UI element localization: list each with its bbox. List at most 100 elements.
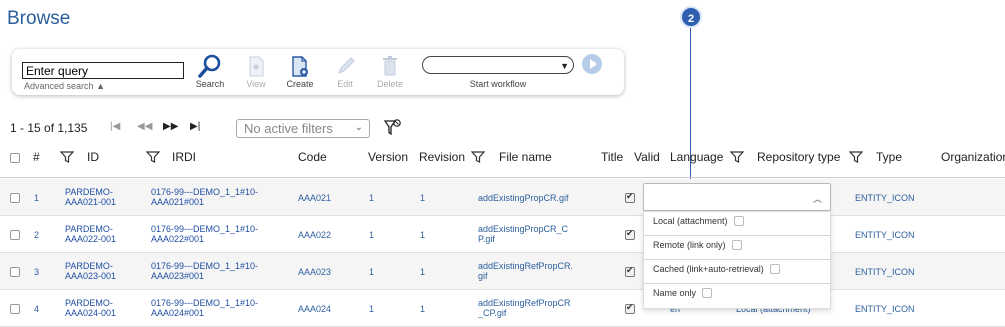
option-remote-link-only[interactable]: Remote (link only) <box>644 236 830 260</box>
first-page-icon[interactable]: |◀ <box>110 121 120 132</box>
row-number: 1 <box>34 193 40 203</box>
column-header-valid[interactable]: Valid <box>634 150 660 164</box>
option-local-attachment[interactable]: Local (attachment) <box>644 212 830 236</box>
next-page-icon[interactable]: ▶▶ <box>163 121 178 132</box>
chevron-up-icon: ︿ <box>812 194 822 204</box>
funnel-icon[interactable] <box>146 150 160 164</box>
row-revision: 1 <box>420 193 426 203</box>
row-code: AAA023 <box>298 267 332 277</box>
funnel-icon[interactable] <box>730 150 744 164</box>
row-file-name: addExistingPropCR_C P.gif <box>478 224 569 244</box>
row-version: 1 <box>369 193 375 203</box>
row-id-link[interactable]: PARDEMO- AAA023-001 <box>65 261 116 281</box>
caret-up-icon: ▲ <box>96 81 105 91</box>
row-valid-checkbox <box>625 302 635 314</box>
option-checkbox[interactable] <box>731 240 742 250</box>
option-cached[interactable]: Cached (link+auto-retrieval) <box>644 260 830 284</box>
advanced-search-label: Advanced search <box>24 81 94 91</box>
delete-button[interactable]: Delete <box>370 53 410 89</box>
column-header-id[interactable]: ID <box>87 150 99 164</box>
row-type: ENTITY_ICON <box>855 267 915 277</box>
column-header-organization[interactable]: Organization <box>941 150 1005 164</box>
column-header-version[interactable]: Version <box>368 150 408 164</box>
page-title: Browse <box>7 8 71 29</box>
column-header-type[interactable]: Type <box>876 150 902 164</box>
column-header-num[interactable]: # <box>33 150 40 164</box>
column-header-revision[interactable]: Revision <box>419 150 465 164</box>
row-checkbox[interactable] <box>10 230 20 240</box>
row-checkbox[interactable] <box>10 304 20 314</box>
chevron-down-icon: ▼ <box>560 61 569 71</box>
option-label: Local (attachment) <box>653 216 728 226</box>
option-label: Name only <box>653 288 697 298</box>
funnel-icon[interactable] <box>471 150 485 164</box>
start-workflow-button[interactable] <box>582 54 602 74</box>
row-irdi-link[interactable]: 0176-99---DEMO_1_1#10- AAA024#001 <box>151 298 258 318</box>
pager-range: 1 - 15 of 1,135 <box>10 121 88 135</box>
view-button-label: View <box>246 79 266 89</box>
row-id-link[interactable]: PARDEMO- AAA022-001 <box>65 224 116 244</box>
funnel-icon[interactable] <box>60 150 74 164</box>
funnel-icon[interactable] <box>849 150 863 164</box>
row-version: 1 <box>369 267 375 277</box>
row-irdi-link[interactable]: 0176-99---DEMO_1_1#10- AAA023#001 <box>151 261 258 281</box>
column-header-title[interactable]: Title <box>601 150 623 164</box>
row-revision: 1 <box>420 267 426 277</box>
column-header-language[interactable]: Language <box>670 150 723 164</box>
row-id-link[interactable]: PARDEMO- AAA024-001 <box>65 298 116 318</box>
search-icon <box>198 54 221 78</box>
column-header-code[interactable]: Code <box>298 150 327 164</box>
row-type: ENTITY_ICON <box>855 304 915 314</box>
row-id-link[interactable]: PARDEMO- AAA021-001 <box>65 187 116 207</box>
row-valid-checkbox <box>625 265 635 277</box>
row-irdi-link[interactable]: 0176-99---DEMO_1_1#10- AAA022#001 <box>151 224 258 244</box>
option-checkbox[interactable] <box>702 288 713 298</box>
search-button[interactable]: Search <box>190 53 230 89</box>
filter-reset-icon[interactable] <box>383 118 403 138</box>
chevron-down-icon: ⌄ <box>354 122 363 133</box>
table-row[interactable]: 3 PARDEMO- AAA023-001 0176-99---DEMO_1_1… <box>0 253 1005 290</box>
row-revision: 1 <box>420 304 426 314</box>
workflow-select[interactable]: ▼ <box>422 56 574 74</box>
column-header-repository-type[interactable]: Repository type <box>757 150 840 164</box>
row-checkbox[interactable] <box>10 193 20 203</box>
row-number: 4 <box>34 304 40 314</box>
select-all-checkbox[interactable] <box>10 153 20 163</box>
row-revision: 1 <box>420 230 426 240</box>
row-checkbox[interactable] <box>10 267 20 277</box>
start-workflow-label: Start workflow <box>469 79 527 89</box>
row-code: AAA022 <box>298 230 332 240</box>
row-file-name: addExistingRefPropCR _CP.gif <box>478 298 571 318</box>
option-checkbox[interactable] <box>769 264 780 274</box>
search-button-label: Search <box>195 79 225 89</box>
active-filters-select[interactable]: No active filters ⌄ <box>236 119 370 138</box>
create-document-icon <box>292 56 308 77</box>
prev-page-icon[interactable]: ◀◀ <box>137 121 152 132</box>
edit-button[interactable]: Edit <box>325 53 365 89</box>
row-code: AAA024 <box>298 304 332 314</box>
row-irdi-link[interactable]: 0176-99---DEMO_1_1#10- AAA021#001 <box>151 187 258 207</box>
trash-icon <box>383 56 397 76</box>
row-type: ENTITY_ICON <box>855 193 915 203</box>
query-input[interactable] <box>22 62 184 79</box>
column-header-irdi[interactable]: IRDI <box>172 150 196 164</box>
create-button[interactable]: Create <box>280 53 320 89</box>
view-button[interactable]: View <box>236 53 276 89</box>
row-number: 3 <box>34 267 40 277</box>
table-row[interactable]: 4 PARDEMO- AAA024-001 0176-99---DEMO_1_1… <box>0 290 1005 327</box>
advanced-search-toggle[interactable]: Advanced search ▲ <box>24 81 105 91</box>
repository-type-filter-select[interactable]: ︿ <box>643 183 831 211</box>
last-page-icon[interactable]: ▶| <box>190 121 200 132</box>
option-label: Remote (link only) <box>653 240 726 250</box>
table-row[interactable]: 1 PARDEMO- AAA021-001 0176-99---DEMO_1_1… <box>0 179 1005 216</box>
row-file-name: addExistingRefPropCR. gif <box>478 261 574 281</box>
pencil-icon <box>338 57 355 74</box>
option-name-only[interactable]: Name only <box>644 284 830 308</box>
callout-line <box>690 28 691 196</box>
row-code: AAA021 <box>298 193 332 203</box>
column-header-file-name[interactable]: File name <box>499 150 552 164</box>
row-version: 1 <box>369 304 375 314</box>
repository-type-options: Local (attachment) Remote (link only) Ca… <box>643 211 831 309</box>
option-checkbox[interactable] <box>733 216 744 226</box>
table-row[interactable]: 2 PARDEMO- AAA022-001 0176-99---DEMO_1_1… <box>0 216 1005 253</box>
